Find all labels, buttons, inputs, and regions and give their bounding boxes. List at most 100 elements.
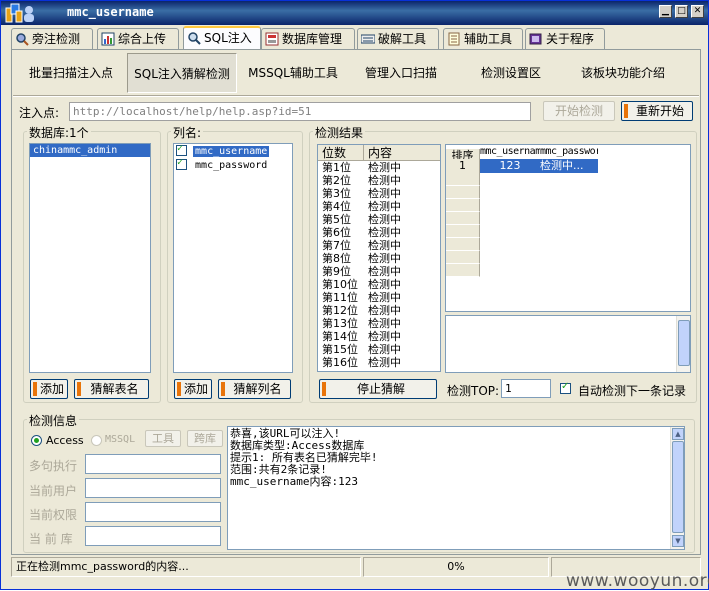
maximize-button[interactable]: □ [675,5,688,18]
position-row[interactable]: 第11位 检测中 [318,291,440,304]
current-user-field[interactable] [85,478,221,498]
tools-button[interactable]: 工具 [145,430,181,447]
position-row[interactable]: 第12位 检测中 [318,304,440,317]
position-index: 第7位 [322,239,351,252]
record-row-header[interactable] [446,251,480,264]
column-item[interactable]: mmc_password [174,157,292,172]
auto-next-checkbox[interactable] [560,381,571,394]
position-row[interactable]: 第3位 检测中 [318,187,440,200]
column-checkbox[interactable] [176,157,187,170]
start-detect-button[interactable]: 开始检测 [543,101,615,121]
position-row[interactable]: 第15位 检测中 [318,343,440,356]
scroll-thumb[interactable] [678,320,690,366]
log-scrollbar[interactable]: ▲ ▼ [670,427,684,549]
records-detail-panel[interactable] [445,315,691,373]
columns-list[interactable]: mmc_username mmc_password [173,143,293,373]
header-password[interactable]: mmc_password [540,145,598,159]
tab-aux-tools[interactable]: 辅助工具 [443,28,523,49]
subnav-batch-scan[interactable]: 批量扫描注入点 [19,53,123,93]
upload-icon [101,32,115,46]
detail-scrollbar[interactable] [676,316,690,372]
column-item[interactable]: mmc_username [174,144,292,158]
subnav-settings[interactable]: 检测设置区 [469,53,553,93]
position-table[interactable]: 位数 内容 第1位 检测中 第2位 检测中 第3位 检测中 第4位 检测中 第5位 检测中 第6位 检测… [317,144,441,372]
record-row-header[interactable] [446,173,480,186]
add-database-button[interactable]: 添加 [30,379,68,399]
position-row[interactable]: 第9位 检测中 [318,265,440,278]
log-lines: 恭喜,该URL可以注入! 数据库类型:Access数据库 提示1: 所有表名已猜解完… [228,427,684,489]
position-row[interactable]: 第13位 检测中 [318,317,440,330]
record-row-header[interactable] [446,238,480,251]
guess-columns-button[interactable]: 猜解列名 [218,379,291,399]
database-item[interactable]: chinammc_admin [30,144,150,157]
add-column-button[interactable]: 添加 [174,379,212,399]
log-textarea[interactable]: 恭喜,该URL可以注入! 数据库类型:Access数据库 提示1: 所有表名已猜解完… [227,426,685,550]
restart-button[interactable]: 重新开始 [621,101,693,121]
position-row[interactable]: 第4位 检测中 [318,200,440,213]
record-password: 检测中... [540,159,584,172]
record-row-header[interactable] [446,186,480,199]
record-row-header[interactable] [446,212,480,225]
button-accent [33,382,37,396]
records-table[interactable]: 排序mmc_usernamemmc_password 1 123 检测中... [445,144,691,312]
button-accent [624,104,628,118]
tab-database-manage[interactable]: 数据库管理 [261,28,355,49]
top-input[interactable]: 1 [501,379,551,398]
close-button[interactable]: ✕ [691,5,704,18]
cross-db-button[interactable]: 跨库 [187,430,223,447]
multi-exec-field[interactable] [85,454,221,474]
subnav-intro[interactable]: 该板块功能介绍 [569,53,677,93]
current-perm-field[interactable] [85,502,221,522]
subnav-sql-guess[interactable]: SQL注入猜解检测 [127,53,237,93]
tab-about[interactable]: 关于程序 [525,28,605,49]
record-row[interactable]: 1 123 检测中... [446,159,690,173]
scroll-down-icon[interactable]: ▼ [672,535,684,547]
position-row[interactable]: 第6位 检测中 [318,226,440,239]
injection-url-input[interactable]: http://localhost/help/help.asp?id=51 [69,102,531,121]
tab-sql-injection[interactable]: SQL注入 [183,26,261,50]
title-bar[interactable]: mmc_username ▁ □ ✕ [1,1,708,25]
position-content: 检测中 [368,239,401,252]
header-username[interactable]: mmc_username [480,145,540,159]
tab-label: 综合上传 [118,32,167,46]
position-content: 检测中 [368,200,401,213]
tab-label: 关于程序 [546,32,595,46]
record-row-header[interactable] [446,264,480,277]
tab-crack-tools[interactable]: 破解工具 [357,28,439,49]
position-content: 检测中 [368,330,401,343]
position-row[interactable]: 第8位 检测中 [318,252,440,265]
position-row[interactable]: 第10位 检测中 [318,278,440,291]
tab-label: 旁注检测 [32,32,81,46]
position-row[interactable]: 第14位 检测中 [318,330,440,343]
position-content: 检测中 [368,226,401,239]
position-row[interactable]: 第16位 检测中 [318,356,440,369]
position-row[interactable]: 第5位 检测中 [318,213,440,226]
guess-tables-button[interactable]: 猜解表名 [74,379,149,399]
position-row[interactable]: 第2位 检测中 [318,174,440,187]
record-row-header[interactable] [446,199,480,212]
tab-side-detect[interactable]: 旁注检测 [11,28,93,49]
position-row[interactable]: 第1位 检测中 [318,161,440,174]
header-content[interactable]: 内容 [364,145,392,161]
subnav-admin-scan[interactable]: 管理入口扫描 [353,53,449,93]
current-db-field[interactable] [85,526,221,546]
column-checkbox[interactable] [176,144,187,156]
scroll-up-icon[interactable]: ▲ [672,428,684,440]
position-content: 检测中 [368,291,401,304]
tab-upload[interactable]: 综合上传 [97,28,179,49]
scroll-thumb[interactable] [672,441,684,533]
position-row[interactable]: 第7位 检测中 [318,239,440,252]
record-row-header[interactable] [446,225,480,238]
position-index: 第14位 [322,330,358,343]
access-radio[interactable] [31,435,42,446]
position-index: 第16位 [322,356,358,369]
mssql-radio[interactable] [91,435,102,446]
auto-next-label: 自动检测下一条记录 [578,384,687,398]
header-position[interactable]: 位数 [318,145,364,161]
subnav-mssql-tools[interactable]: MSSQL辅助工具 [243,53,343,93]
stop-guess-button[interactable]: 停止猜解 [319,379,437,399]
position-content: 检测中 [368,265,401,278]
database-list[interactable]: chinammc_admin [29,143,151,373]
minimize-button[interactable]: ▁ [659,5,672,18]
records-header: 排序mmc_usernamemmc_password [446,145,690,164]
